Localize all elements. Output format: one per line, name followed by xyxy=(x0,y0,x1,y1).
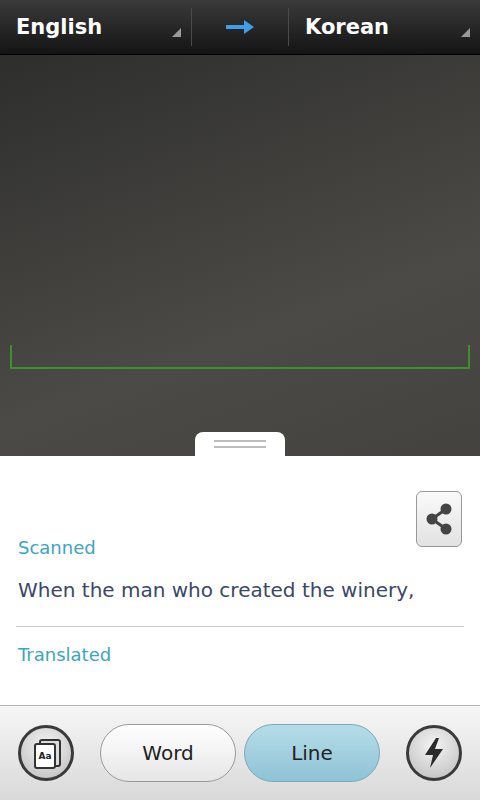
translator-screen: English Korean Scanned When the man who cre… xyxy=(0,0,480,800)
dropdown-icon xyxy=(172,28,181,37)
sheet-handle[interactable] xyxy=(195,432,285,456)
swap-direction[interactable] xyxy=(191,8,289,46)
grip-line xyxy=(214,440,266,442)
share-button[interactable] xyxy=(416,491,462,547)
camera-view: Scanned When the man who created the wine… xyxy=(0,55,480,705)
share-icon xyxy=(424,502,454,536)
grip-line xyxy=(214,446,266,448)
flashcards-icon: Aa xyxy=(34,739,58,767)
source-language[interactable]: English xyxy=(0,0,191,54)
arrow-right-icon xyxy=(225,20,255,34)
mode-button[interactable]: Line xyxy=(244,724,380,782)
mode-button[interactable]: Word xyxy=(100,724,236,782)
dropdown-icon xyxy=(461,28,470,37)
flashcards-button[interactable]: Aa xyxy=(18,725,74,781)
card-front: Aa xyxy=(34,743,56,769)
target-language-label: Korean xyxy=(305,15,389,39)
result-panel: Scanned When the man who created the wine… xyxy=(0,456,480,705)
scanned-label: Scanned xyxy=(18,536,464,560)
source-language-label: English xyxy=(16,15,102,39)
scan-line-marker xyxy=(10,345,470,369)
target-language[interactable]: Korean xyxy=(289,0,480,54)
translated-label: Translated xyxy=(18,643,464,667)
lightning-icon xyxy=(423,738,445,768)
divider xyxy=(16,626,464,627)
toolbar: Aa WordLine xyxy=(0,705,480,800)
scanned-text[interactable]: When the man who created the winery, xyxy=(18,576,464,604)
result-sheet: Scanned When the man who created the wine… xyxy=(0,432,480,705)
flash-button[interactable] xyxy=(406,725,462,781)
language-bar: English Korean xyxy=(0,0,480,55)
mode-switch: WordLine xyxy=(100,724,380,782)
